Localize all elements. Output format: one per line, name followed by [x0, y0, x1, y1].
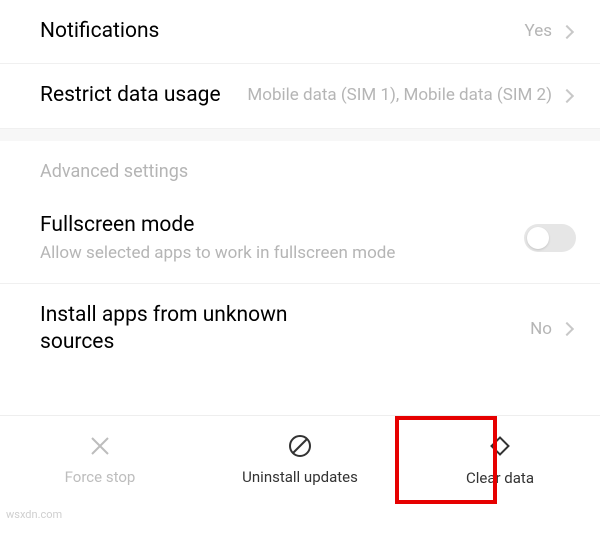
section-header-advanced: Advanced settings: [0, 141, 600, 194]
settings-list: Notifications Yes Restrict data usage Mo…: [0, 0, 600, 374]
row-title: Notifications: [40, 18, 525, 45]
row-subtitle: Allow selected apps to work in fullscree…: [40, 242, 524, 265]
action-label: Force stop: [65, 468, 136, 486]
chevron-right-icon: [560, 25, 574, 39]
row-title: Fullscreen mode: [40, 212, 524, 239]
chevron-right-icon: [560, 89, 574, 103]
row-title: Restrict data usage: [40, 82, 247, 109]
row-unknown-sources[interactable]: Install apps from unknown sources No: [0, 284, 600, 375]
row-notifications[interactable]: Notifications Yes: [0, 0, 600, 64]
section-divider: [0, 129, 600, 141]
row-value: Mobile data (SIM 1), Mobile data (SIM 2): [247, 84, 552, 107]
label-col: Restrict data usage: [40, 82, 247, 109]
clear-data-button[interactable]: Clear data: [400, 416, 600, 503]
uninstall-updates-button[interactable]: Uninstall updates: [200, 416, 400, 503]
chevron-right-icon: [560, 322, 574, 336]
close-icon: [87, 433, 113, 463]
row-value: Yes: [525, 20, 552, 43]
action-label: Clear data: [466, 469, 534, 487]
bottom-action-bar: Force stop Uninstall updates Clear data: [0, 415, 600, 503]
row-title: Install apps from unknown sources: [40, 302, 300, 357]
label-col: Install apps from unknown sources: [40, 302, 530, 357]
watermark: wsxdn.com: [6, 508, 62, 521]
eraser-icon: [486, 432, 514, 464]
toggle-knob: [527, 227, 549, 249]
label-col: Notifications: [40, 18, 525, 45]
row-value: No: [530, 318, 552, 341]
label-col: Fullscreen mode Allow selected apps to w…: [40, 212, 524, 265]
force-stop-button[interactable]: Force stop: [0, 416, 200, 503]
action-label: Uninstall updates: [242, 468, 358, 486]
row-restrict-data[interactable]: Restrict data usage Mobile data (SIM 1),…: [0, 64, 600, 128]
toggle-switch[interactable]: [524, 224, 576, 252]
prohibit-icon: [287, 433, 313, 463]
row-fullscreen-mode[interactable]: Fullscreen mode Allow selected apps to w…: [0, 194, 600, 284]
